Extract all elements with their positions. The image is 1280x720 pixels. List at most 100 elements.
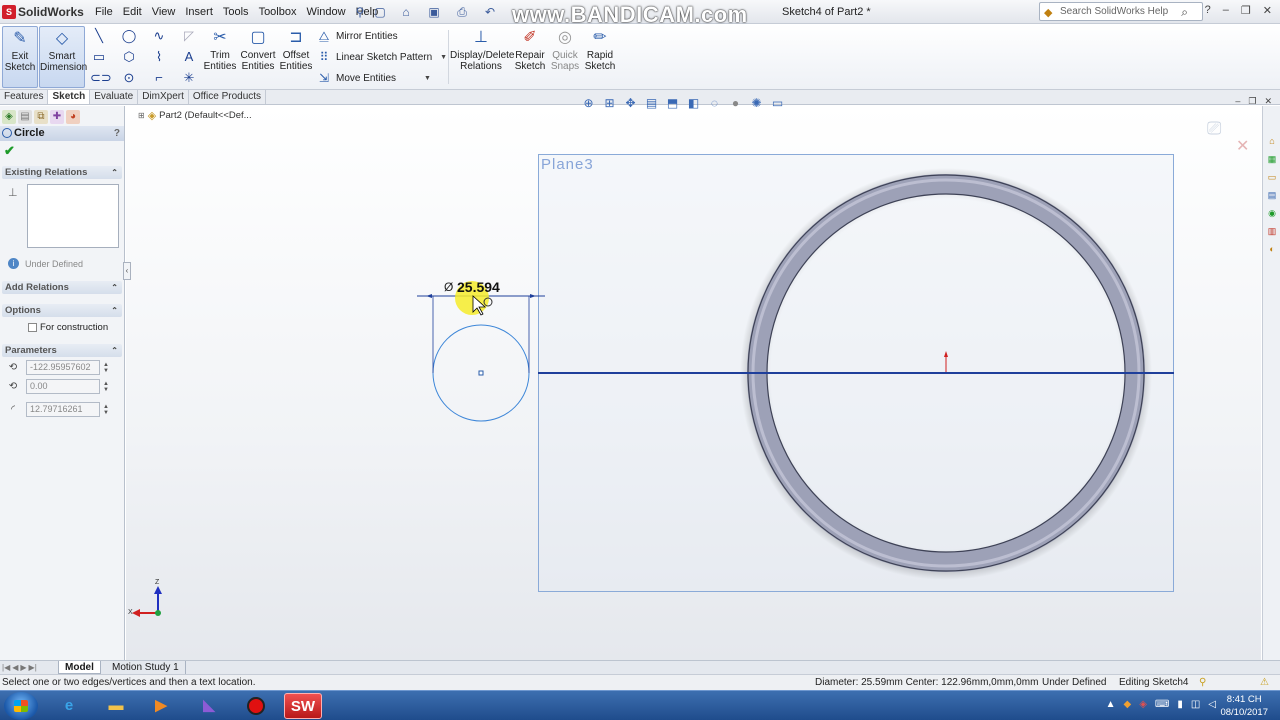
menu-file[interactable]: File	[90, 6, 118, 18]
add-relations-header[interactable]: Add Relations ⌃	[2, 281, 122, 294]
internet-explorer-icon[interactable]: e	[50, 693, 88, 719]
panel-collapse-handle[interactable]: ‹	[123, 262, 131, 280]
menu-window[interactable]: Window	[301, 6, 350, 18]
dropdown-arrow-icon[interactable]: ▼	[424, 75, 431, 82]
custom-properties-icon[interactable]: ▥	[1265, 224, 1279, 238]
sketch-centerline[interactable]	[538, 372, 1174, 374]
view-settings-icon[interactable]: ▭	[769, 95, 786, 112]
spinner-icon[interactable]: ▲ ▼	[103, 381, 109, 393]
print-icon[interactable]: ⎙	[454, 4, 470, 20]
tray-shield-icon[interactable]: ◈	[1139, 699, 1147, 710]
file-explorer-icon[interactable]: ▬	[97, 693, 135, 719]
mirror-entities-button[interactable]: ⧋ Mirror Entities	[316, 28, 398, 44]
display-delete-relations-button[interactable]: ⊥ Display/Delete Relations	[450, 26, 514, 88]
spinner-icon[interactable]: ▲ ▼	[103, 404, 109, 416]
ok-check-icon[interactable]: ✔	[4, 143, 15, 159]
tray-expand-icon[interactable]: ▲	[1106, 699, 1116, 710]
last-tab-icon[interactable]: ▶|	[29, 661, 37, 674]
media-player-icon[interactable]: ▶	[142, 693, 180, 719]
trim-entities-button[interactable]: ✂ Trim Entities	[202, 26, 238, 88]
dimxpert-manager-tab-icon[interactable]: ✚	[50, 110, 64, 124]
configuration-manager-tab-icon[interactable]: ⧉	[34, 110, 48, 124]
first-tab-icon[interactable]: |◀	[2, 661, 10, 674]
help-icon[interactable]: ?	[114, 126, 120, 141]
collapse-chevron-icon[interactable]: ⌃	[111, 304, 118, 317]
repair-sketch-button[interactable]: ✐ Repair Sketch	[513, 26, 547, 88]
help-question-icon[interactable]: ?	[1205, 4, 1211, 17]
resources-icon[interactable]: ⌂	[1265, 134, 1279, 148]
menu-insert[interactable]: Insert	[180, 6, 218, 18]
help-search-field[interactable]: ◆ Search SolidWorks Help ⌕	[1039, 2, 1203, 21]
graphics-restore-icon[interactable]: ❐	[1248, 96, 1256, 107]
spline-icon[interactable]: ⌇	[150, 48, 168, 66]
parameters-header[interactable]: Parameters ⌃	[2, 344, 122, 357]
rectangle-icon[interactable]: ▭	[90, 48, 108, 66]
view-palette-icon[interactable]: ▤	[1265, 188, 1279, 202]
arc-icon[interactable]: ∿	[150, 27, 168, 45]
keyboard-icon[interactable]: ⌨	[1155, 699, 1169, 710]
section-view-icon[interactable]: ▤	[643, 95, 660, 112]
move-entities-button[interactable]: ⇲ Move Entities ▼	[316, 70, 431, 86]
search-icon[interactable]: ⌕	[1181, 4, 1188, 21]
tab-model[interactable]: Model	[58, 661, 101, 674]
point-icon[interactable]: ✳	[180, 69, 198, 87]
new-document-icon[interactable]: ▢	[372, 4, 388, 20]
tab-evaluate[interactable]: Evaluate	[90, 90, 139, 104]
tab-motion-study[interactable]: Motion Study 1	[106, 661, 186, 674]
text-icon[interactable]: A	[180, 48, 198, 66]
radius-field[interactable]: 12.79716261	[26, 402, 100, 417]
menu-edit[interactable]: Edit	[118, 6, 147, 18]
zoom-area-icon[interactable]: ⊞	[601, 95, 618, 112]
collapse-chevron-icon[interactable]: ⌃	[111, 166, 118, 179]
hide-show-items-icon[interactable]: ◌	[706, 95, 723, 112]
solidworks-logo[interactable]: S SolidWorks	[2, 3, 84, 21]
network-icon[interactable]: ◫	[1191, 699, 1200, 710]
tab-office-products[interactable]: Office Products	[189, 90, 267, 104]
view-orientation-icon[interactable]: ⬒	[664, 95, 681, 112]
confirmation-cancel-icon[interactable]: ✕	[1236, 136, 1249, 156]
property-manager-tab-icon[interactable]: ▤	[18, 110, 32, 124]
apply-scene-icon[interactable]: ✺	[748, 95, 765, 112]
checkbox-box[interactable]	[28, 323, 37, 332]
rapid-sketch-button[interactable]: ✏ Rapid Sketch	[583, 26, 617, 88]
next-tab-icon[interactable]: ▶	[20, 661, 26, 674]
appearances-icon[interactable]: ◉	[1265, 206, 1279, 220]
solidworks-forum-icon[interactable]: ◐	[1265, 242, 1279, 256]
prev-tab-icon[interactable]: ◀	[12, 661, 18, 674]
edit-appearance-icon[interactable]: ●	[727, 95, 744, 112]
tray-app-icon[interactable]: ◆	[1123, 699, 1131, 710]
spinner-icon[interactable]: ▲ ▼	[103, 362, 109, 374]
dropdown-arrow-icon[interactable]: ▼	[440, 54, 447, 61]
tab-sketch[interactable]: Sketch	[48, 90, 91, 104]
menu-view[interactable]: View	[147, 6, 181, 18]
solidworks-taskbar-icon[interactable]: SW	[284, 693, 322, 719]
feature-manager-tab-icon[interactable]: ◈	[2, 110, 16, 124]
undo-icon[interactable]: ↶	[482, 4, 498, 20]
tab-features[interactable]: Features	[0, 90, 49, 104]
minimize-icon[interactable]: –	[1223, 4, 1229, 17]
open-folder-icon[interactable]: ⌂	[398, 4, 414, 20]
quick-snaps-button[interactable]: ◎ Quick Snaps	[549, 26, 581, 88]
menu-tools[interactable]: Tools	[218, 6, 254, 18]
menu-toolbox[interactable]: Toolbox	[254, 6, 302, 18]
center-y-field[interactable]: 0.00	[26, 379, 100, 394]
volume-icon[interactable]: ◁	[1208, 699, 1216, 710]
display-manager-tab-icon[interactable]: ◕	[66, 110, 80, 124]
exit-sketch-button[interactable]: ✎ Exit Sketch	[2, 26, 38, 88]
confirmation-corner-icon[interactable]: ⎚	[1207, 118, 1221, 139]
collapse-chevron-icon[interactable]: ⌃	[111, 344, 118, 357]
rebuild-indicator-icon[interactable]: ⚲	[1199, 675, 1206, 690]
pin-icon[interactable]: ⚲	[352, 4, 368, 20]
bandicam-record-icon[interactable]	[237, 693, 275, 719]
units-indicator-icon[interactable]: ⚠	[1260, 675, 1269, 690]
sketch-chamfer-icon[interactable]: ⌐	[150, 69, 168, 87]
linear-sketch-pattern-button[interactable]: ⠿ Linear Sketch Pattern ▼	[316, 49, 448, 65]
feature-tree-root[interactable]: ⊞ ◈ Part2 (Default<<Def...	[138, 109, 252, 122]
file-explorer-icon[interactable]: ▭	[1265, 170, 1279, 184]
convert-entities-button[interactable]: ▢ Convert Entities	[239, 26, 277, 88]
offset-entities-button[interactable]: ⊐ Offset Entities	[279, 26, 313, 88]
battery-icon[interactable]: ▮	[1177, 699, 1183, 710]
for-construction-checkbox[interactable]: For construction	[28, 322, 108, 333]
circle-icon[interactable]: ◯	[120, 27, 138, 45]
existing-relations-header[interactable]: Existing Relations ⌃	[2, 166, 122, 179]
